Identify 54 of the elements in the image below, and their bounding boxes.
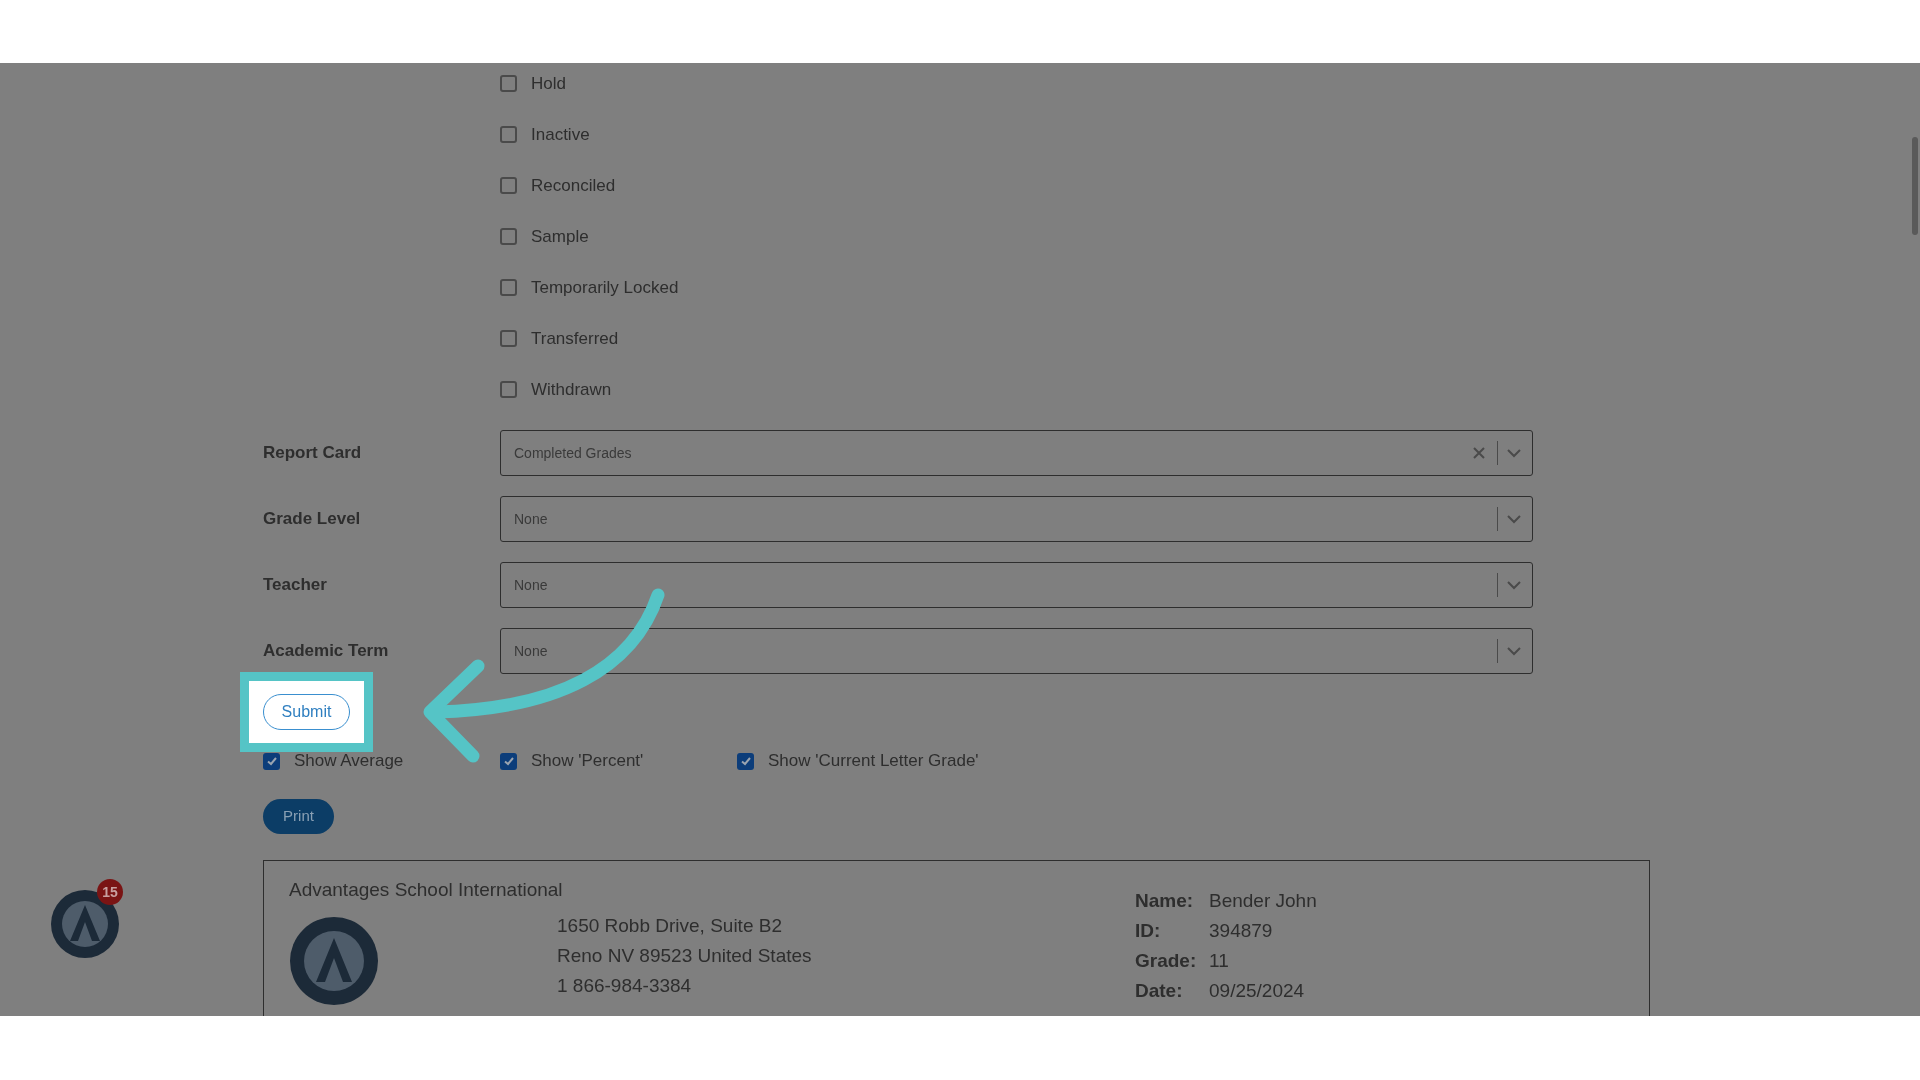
school-name: Advantages School International — [289, 878, 563, 902]
checkbox-label: Show Average — [294, 750, 404, 773]
checkbox[interactable] — [500, 228, 517, 245]
checkbox-label: Hold — [531, 72, 566, 95]
chevron-down-icon[interactable] — [1506, 514, 1522, 524]
select-field[interactable]: None — [500, 628, 1533, 674]
select-field[interactable]: None — [500, 562, 1533, 608]
checkmark-icon — [739, 755, 752, 767]
chevron-down-icon[interactable] — [1506, 580, 1522, 590]
checkbox[interactable] — [500, 75, 517, 92]
checkbox-label: Show 'Percent' — [531, 750, 644, 773]
field-label: Grade Level — [263, 508, 362, 531]
notification-badge: 15 — [97, 879, 123, 905]
checkmark-icon — [502, 755, 515, 767]
detail-value: 11 — [1209, 949, 1229, 973]
detail-value: 394879 — [1209, 919, 1273, 943]
app-launcher-icon[interactable] — [50, 889, 120, 959]
field-label: Report Card — [263, 442, 363, 465]
checkbox-label: Withdrawn — [531, 378, 612, 401]
field-label: Academic Term — [263, 640, 390, 663]
detail-value: 09/25/2024 — [1209, 979, 1305, 1003]
field-label: Teacher — [263, 574, 328, 597]
checkbox[interactable] — [500, 279, 517, 296]
clear-icon[interactable] — [1473, 447, 1485, 459]
chevron-down-icon[interactable] — [1506, 646, 1522, 656]
checkbox[interactable] — [737, 752, 754, 770]
checkbox-label: Show 'Current Letter Grade' — [768, 750, 979, 773]
checkbox-label: Inactive — [531, 123, 590, 146]
checkbox[interactable] — [500, 330, 517, 347]
submit-button[interactable]: Submit — [263, 694, 350, 730]
checkbox[interactable] — [500, 752, 517, 770]
checkbox[interactable] — [500, 126, 517, 143]
checkbox[interactable] — [500, 177, 517, 194]
logo-icon — [289, 916, 379, 1006]
select-field[interactable]: Completed Grades — [500, 430, 1533, 476]
checkbox[interactable] — [500, 381, 517, 398]
checkbox-label: Temporarily Locked — [531, 276, 679, 299]
detail-label: Grade: — [1135, 949, 1198, 973]
address-line: 1 866-984-3384 — [557, 974, 693, 998]
checkbox[interactable] — [263, 752, 280, 770]
checkmark-icon — [265, 755, 278, 767]
detail-value: Bender John — [1209, 889, 1317, 913]
checkbox-label: Sample — [531, 225, 589, 248]
print-button[interactable]: Print — [263, 799, 334, 834]
checkbox-label: Reconciled — [531, 174, 616, 197]
address-line: Reno NV 89523 United States — [557, 944, 812, 968]
detail-label: Name: — [1135, 889, 1195, 913]
checkbox-label: Transferred — [531, 327, 619, 350]
detail-label: Date: — [1135, 979, 1184, 1003]
detail-label: ID: — [1135, 919, 1162, 943]
chevron-down-icon[interactable] — [1506, 448, 1522, 458]
select-field[interactable]: None — [500, 496, 1533, 542]
scrollbar-thumb[interactable] — [1912, 137, 1918, 235]
address-line: 1650 Robb Drive, Suite B2 — [557, 914, 783, 938]
